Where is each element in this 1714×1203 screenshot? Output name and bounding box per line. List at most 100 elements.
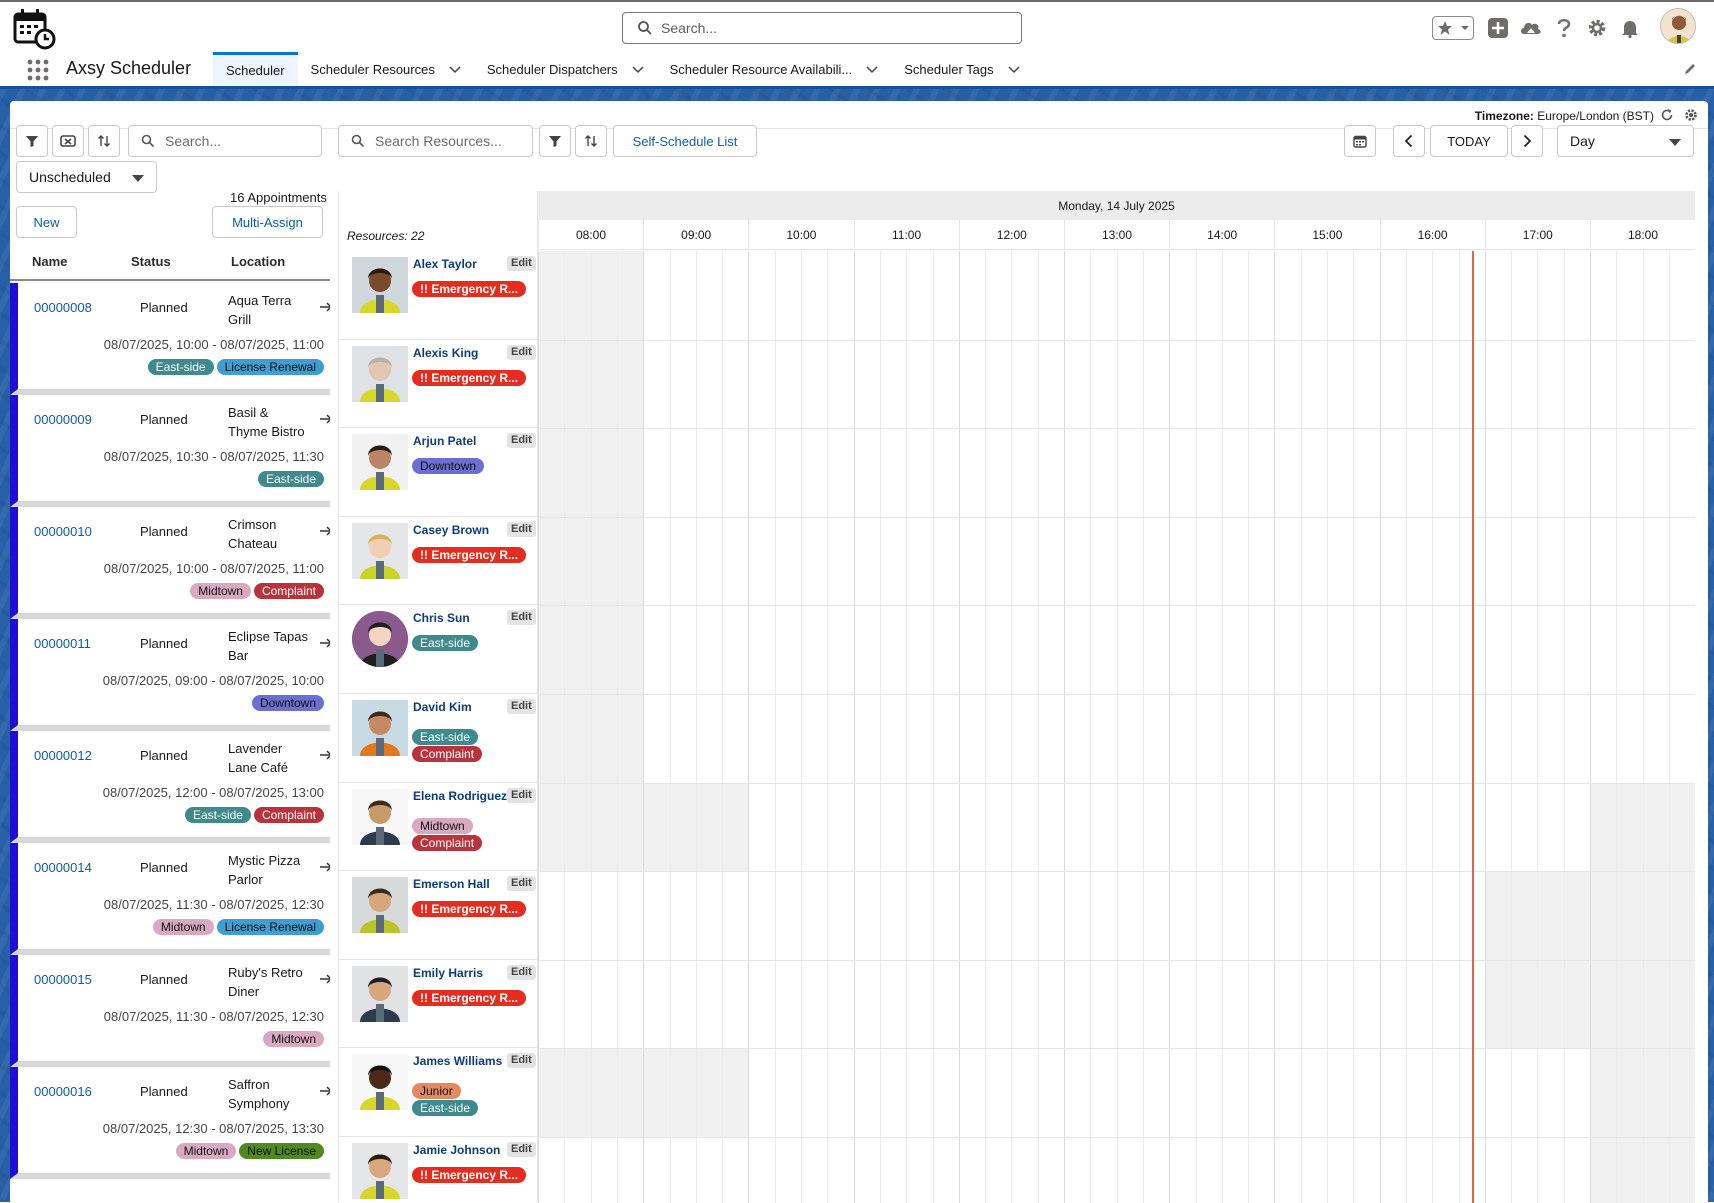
resource-row[interactable]: Arjun Patel Edit Downtown xyxy=(339,428,538,517)
schedule-grid[interactable] xyxy=(538,251,1695,1203)
arrow-right-icon[interactable] xyxy=(318,523,330,539)
date-picker-button[interactable] xyxy=(1344,125,1376,157)
tab-scheduler-dispatchers[interactable]: Scheduler Dispatchers xyxy=(474,52,657,86)
self-schedule-list-button[interactable]: Self-Schedule List xyxy=(613,125,757,157)
appointment-filter-select[interactable]: Unscheduled xyxy=(16,161,157,193)
resource-row[interactable]: Chris Sun Edit East-side xyxy=(339,605,538,694)
edit-resource-button[interactable]: Edit xyxy=(507,876,536,892)
resource-search-input[interactable]: Search Resources... xyxy=(338,125,533,157)
arrow-right-icon[interactable] xyxy=(318,971,330,987)
today-button[interactable]: TODAY xyxy=(1430,125,1508,157)
arrow-right-icon[interactable] xyxy=(318,747,330,763)
chevron-down-icon[interactable] xyxy=(449,63,461,75)
resource-row[interactable]: James Williams Edit Junior East-side xyxy=(339,1048,538,1137)
appointment-item[interactable]: 00000010 Planned Crimson Chateau 08/07/2025… xyxy=(10,507,330,619)
help-button[interactable] xyxy=(1552,16,1576,40)
resource-name[interactable]: Emily Harris xyxy=(413,966,483,980)
edit-resource-button[interactable]: Edit xyxy=(507,698,536,714)
resource-name[interactable]: Alexis King xyxy=(413,346,478,360)
appointment-item[interactable]: 00000014 Planned Mystic Pizza Parlor 08/07/… xyxy=(10,843,330,955)
resource-name[interactable]: Jamie Johnson xyxy=(413,1143,500,1157)
resource-row[interactable]: David Kim Edit East-side Complaint xyxy=(339,694,538,783)
chevron-down-icon[interactable] xyxy=(1008,63,1020,75)
arrow-right-icon[interactable] xyxy=(318,411,330,427)
resource-name[interactable]: Arjun Patel xyxy=(413,434,476,448)
appointment-item[interactable]: 00000009 Planned Basil & Thyme Bistro 08/07… xyxy=(10,395,330,507)
edit-resource-button[interactable]: Edit xyxy=(507,521,536,537)
resource-name[interactable]: David Kim xyxy=(413,700,472,714)
resource-filter-button[interactable] xyxy=(539,125,571,157)
resource-name[interactable]: Emerson Hall xyxy=(413,877,490,891)
app-launcher-icon[interactable] xyxy=(27,59,49,81)
appointment-id-link[interactable]: 00000014 xyxy=(34,860,92,875)
edit-resource-button[interactable]: Edit xyxy=(507,610,536,626)
tab-scheduler-resource-availability[interactable]: Scheduler Resource Availabili... xyxy=(657,52,892,86)
tab-scheduler[interactable]: Scheduler xyxy=(213,52,298,86)
appointment-id-link[interactable]: 00000015 xyxy=(34,972,92,987)
appointment-id-link[interactable]: 00000010 xyxy=(34,524,92,539)
trailhead-button[interactable] xyxy=(1519,16,1543,40)
edit-nav-pencil-icon[interactable] xyxy=(1683,62,1697,76)
appointment-item[interactable]: 00000015 Planned Ruby's Retro Diner 08/07/2… xyxy=(10,955,330,1067)
resource-row[interactable]: Alex Taylor Edit !! Emergency R... xyxy=(339,251,538,340)
global-search-input[interactable]: Search... xyxy=(622,12,1022,44)
new-appointment-button[interactable]: New xyxy=(16,206,77,238)
resource-name[interactable]: Elena Rodriguez xyxy=(413,789,507,803)
chevron-down-icon[interactable] xyxy=(632,63,644,75)
appointment-item[interactable]: 00000011 Planned Eclipse Tapas Bar 08/07/20… xyxy=(10,619,330,731)
resource-name[interactable]: Casey Brown xyxy=(413,523,489,537)
settings-gear-icon[interactable] xyxy=(1684,108,1698,122)
resource-row[interactable]: Jamie Johnson Edit !! Emergency R... xyxy=(339,1137,538,1203)
arrow-right-icon[interactable] xyxy=(318,859,330,875)
edit-resource-button[interactable]: Edit xyxy=(507,344,536,360)
edit-resource-button[interactable]: Edit xyxy=(507,1141,536,1157)
arrow-right-icon[interactable] xyxy=(318,635,330,651)
resource-row[interactable]: Emerson Hall Edit !! Emergency R... xyxy=(339,871,538,960)
appointment-id-link[interactable]: 00000009 xyxy=(34,412,92,427)
view-mode-select[interactable]: Day xyxy=(1557,125,1694,157)
appointment-item[interactable]: 00000012 Planned Lavender Lane Café 08/07/2… xyxy=(10,731,330,843)
arrow-right-icon[interactable] xyxy=(318,1083,330,1099)
edit-resource-button[interactable]: Edit xyxy=(507,433,536,449)
resource-row[interactable]: Alexis King Edit !! Emergency R... xyxy=(339,340,538,429)
appointment-count: 16 Appointments xyxy=(230,190,327,205)
previous-day-button[interactable] xyxy=(1393,125,1425,157)
refresh-icon[interactable] xyxy=(1660,108,1674,122)
resource-row[interactable]: Emily Harris Edit !! Emergency R... xyxy=(339,960,538,1049)
appointment-search-input[interactable]: Search... xyxy=(128,125,322,157)
sort-arrows-icon xyxy=(585,135,597,147)
appointment-id-link[interactable]: 00000008 xyxy=(34,300,92,315)
appointment-id-link[interactable]: 00000012 xyxy=(34,748,92,763)
chevron-down-icon[interactable] xyxy=(866,63,878,75)
notifications-button[interactable] xyxy=(1618,16,1642,40)
edit-resource-button[interactable]: Edit xyxy=(507,964,536,980)
appointment-item[interactable]: 00000016 Planned Saffron Symphony 08/07/202… xyxy=(10,1067,330,1179)
multi-assign-button[interactable]: Multi-Assign xyxy=(212,206,323,238)
grid-line xyxy=(1668,251,1670,1203)
filter-button[interactable] xyxy=(16,125,48,157)
tab-scheduler-tags[interactable]: Scheduler Tags xyxy=(891,52,1032,86)
favorites-button[interactable] xyxy=(1432,16,1474,40)
tab-scheduler-resources[interactable]: Scheduler Resources xyxy=(298,52,474,86)
appointment-id-link[interactable]: 00000011 xyxy=(34,636,91,651)
clear-filter-button[interactable] xyxy=(52,125,84,157)
resource-name[interactable]: James Williams xyxy=(413,1054,502,1068)
edit-resource-button[interactable]: Edit xyxy=(507,787,536,803)
resource-sort-button[interactable] xyxy=(575,125,607,157)
resource-name[interactable]: Chris Sun xyxy=(413,611,470,625)
calendar-clock-logo-icon[interactable] xyxy=(12,6,58,50)
edit-resource-button[interactable]: Edit xyxy=(507,256,536,271)
user-avatar[interactable] xyxy=(1660,8,1696,44)
resource-row[interactable]: Casey Brown Edit !! Emergency R... xyxy=(339,517,538,606)
appointment-item[interactable]: 00000008 Planned Aqua Terra Grill 08/07/202… xyxy=(10,283,330,395)
arrow-right-icon[interactable] xyxy=(318,299,330,315)
appointment-id-link[interactable]: 00000016 xyxy=(34,1084,92,1099)
edit-resource-button[interactable]: Edit xyxy=(507,1053,536,1069)
setup-button[interactable] xyxy=(1585,16,1609,40)
resource-name[interactable]: Alex Taylor xyxy=(413,257,477,271)
sort-button[interactable] xyxy=(88,125,120,157)
global-create-button[interactable] xyxy=(1486,16,1510,40)
tag-midtown: Midtown xyxy=(190,583,251,599)
resource-row[interactable]: Elena Rodriguez Edit Midtown Complaint xyxy=(339,783,538,872)
next-day-button[interactable] xyxy=(1511,125,1543,157)
